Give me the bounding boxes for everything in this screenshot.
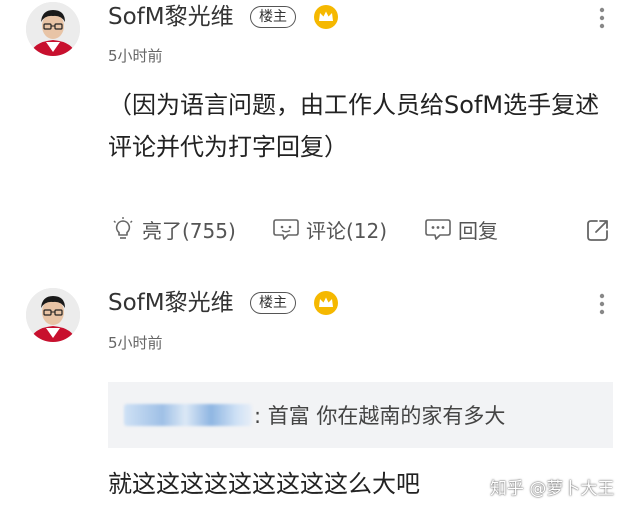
post-content: （因为语言问题，由工作人员给SofM选手复述评论并代为打字回复） <box>108 91 600 161</box>
user-avatar[interactable] <box>26 2 80 56</box>
post-time: 5小时前 <box>108 334 163 352</box>
post-time: 5小时前 <box>108 47 163 65</box>
user-avatar[interactable] <box>26 288 80 342</box>
op-badge: 楼主 <box>250 292 296 314</box>
comment-post-1: SofM黎光维 楼主 5小时前 （因为语言问题，由工作人员给SofM选手复述评论… <box>0 0 640 270</box>
quoted-username-blurred <box>124 404 252 426</box>
quoted-comment-text: : 首富 你在越南的家有多大 <box>254 404 506 428</box>
like-count-label: 亮了(755) <box>142 218 236 243</box>
lightbulb-icon <box>113 217 133 239</box>
more-options-icon[interactable] <box>592 290 612 318</box>
username[interactable]: SofM黎光维 <box>108 2 234 32</box>
more-options-icon[interactable] <box>592 4 612 32</box>
comment-count-label: 评论(12) <box>306 218 388 243</box>
reply-label: 回复 <box>458 218 498 243</box>
reply-button[interactable]: 回复 <box>424 214 498 244</box>
username[interactable]: SofM黎光维 <box>108 288 234 318</box>
like-button[interactable]: 亮了(755) <box>110 214 236 244</box>
crown-icon <box>314 291 338 315</box>
quoted-comment[interactable]: : 首富 你在越南的家有多大 <box>108 382 613 448</box>
comment-icon <box>273 219 299 240</box>
crown-icon <box>314 5 338 29</box>
share-icon[interactable] <box>584 216 612 244</box>
comment-button[interactable]: 评论(12) <box>272 214 387 244</box>
watermark: 知乎 @萝卜大王 <box>490 479 615 499</box>
op-badge: 楼主 <box>250 6 296 28</box>
reply-icon <box>425 219 451 240</box>
post-content: 就这这这这这这这这这么大吧 <box>108 470 420 498</box>
